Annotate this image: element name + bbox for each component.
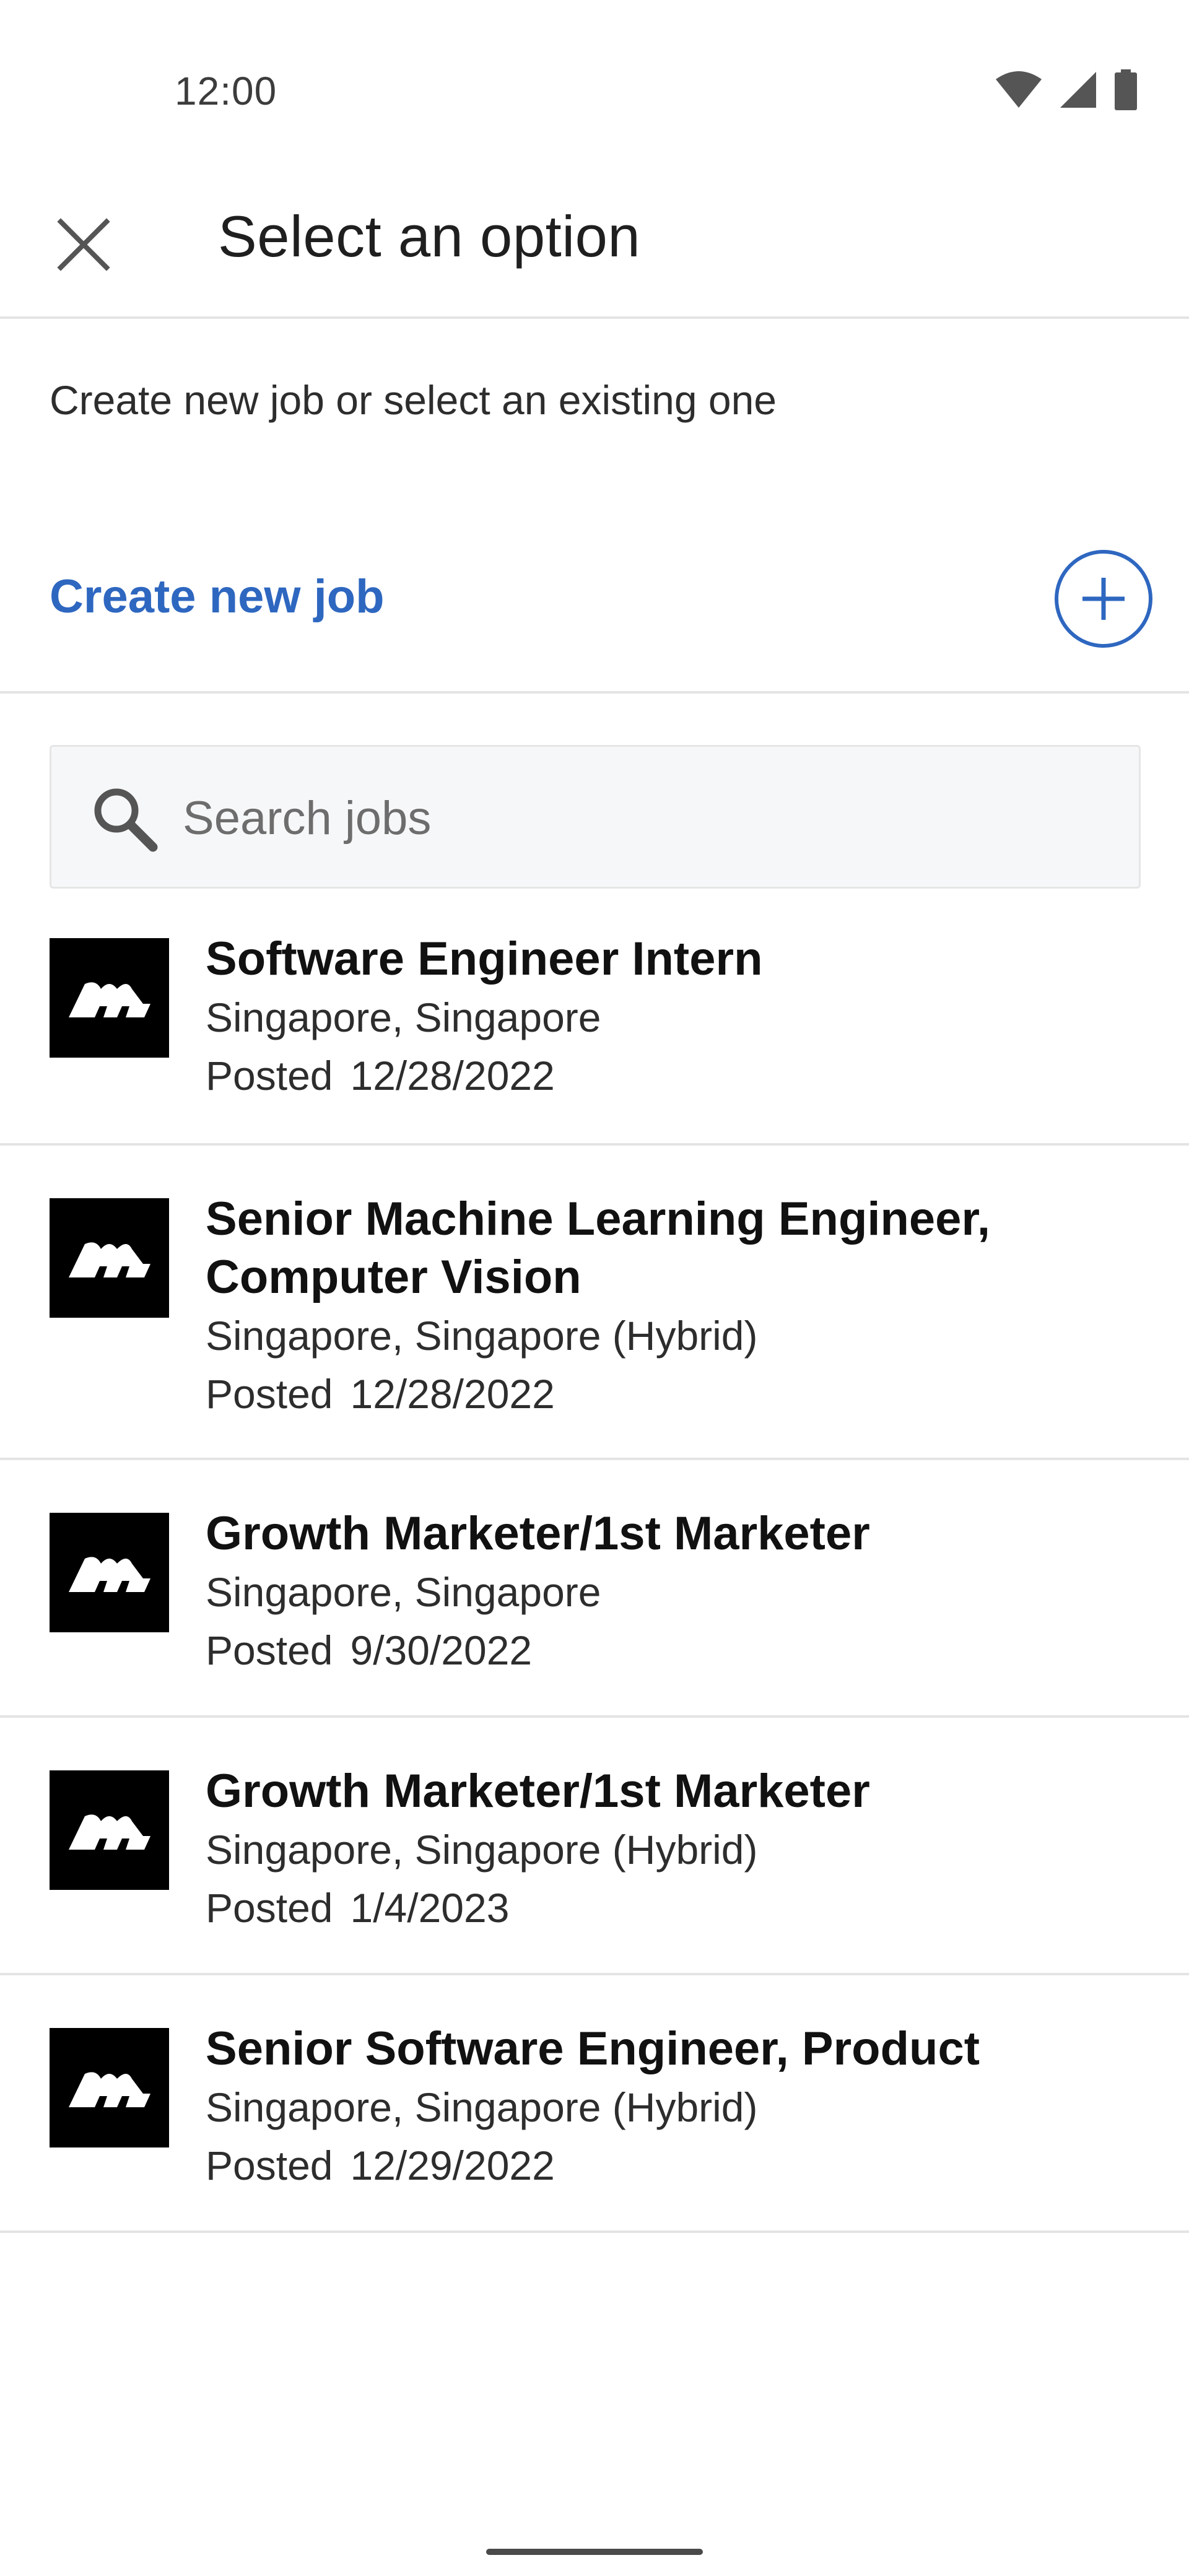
- job-title: Senior Machine Learning Engineer, Comput…: [206, 1193, 990, 1303]
- create-new-job-row[interactable]: Create new job: [0, 523, 1189, 694]
- company-logo: [50, 1198, 169, 1318]
- job-details: Senior Machine Learning Engineer, Comput…: [206, 1190, 1147, 1423]
- search-box[interactable]: [50, 745, 1141, 889]
- job-list-item[interactable]: Senior Machine Learning Engineer, Comput…: [0, 1146, 1189, 1460]
- battery-icon: [1115, 69, 1137, 110]
- wifi-icon: [996, 71, 1042, 108]
- posted-label: Posted: [206, 1885, 333, 1931]
- posted-label: Posted: [206, 2143, 333, 2188]
- job-details: Growth Marketer/1st Marketer Singapore, …: [206, 1505, 1147, 1679]
- company-logo: [50, 2028, 169, 2147]
- company-logo-mark-icon: [68, 2071, 150, 2107]
- job-title: Growth Marketer/1st Marketer: [206, 1765, 870, 1817]
- job-posted: Posted 9/30/2022: [206, 1621, 1147, 1679]
- posted-date: 9/30/2022: [350, 1627, 533, 1673]
- status-time: 12:00: [175, 69, 277, 113]
- company-logo: [50, 938, 169, 1058]
- posted-label: Posted: [206, 1627, 333, 1673]
- screen: 12:00 Select an option Create new job or…: [0, 0, 1189, 2576]
- page-title: Select an option: [218, 204, 641, 269]
- job-title: Growth Marketer/1st Marketer: [206, 1507, 870, 1560]
- company-logo: [50, 1513, 169, 1632]
- job-location: Singapore, Singapore (Hybrid): [206, 2084, 758, 2130]
- plus-circle-icon[interactable]: [1054, 549, 1153, 648]
- job-location: Singapore, Singapore: [206, 1569, 601, 1615]
- job-list: Software Engineer Intern Singapore, Sing…: [0, 886, 1189, 2233]
- job-posted: Posted 12/28/2022: [206, 1365, 1147, 1423]
- job-list-item[interactable]: Growth Marketer/1st Marketer Singapore, …: [0, 1460, 1189, 1718]
- job-list-item[interactable]: Growth Marketer/1st Marketer Singapore, …: [0, 1718, 1189, 1975]
- close-icon: [57, 218, 110, 271]
- app-bar: Select an option: [0, 186, 1189, 319]
- create-new-job-link[interactable]: Create new job: [50, 570, 385, 624]
- company-logo-mark-icon: [68, 981, 150, 1017]
- job-posted: Posted 12/28/2022: [206, 1046, 1147, 1105]
- company-logo-mark-icon: [68, 1556, 150, 1592]
- job-location: Singapore, Singapore: [206, 994, 601, 1040]
- posted-date: 1/4/2023: [350, 1885, 510, 1931]
- cellular-signal-icon: [1060, 72, 1096, 108]
- posted-date: 12/28/2022: [350, 1053, 555, 1099]
- job-title: Software Engineer Intern: [206, 933, 763, 985]
- company-logo-mark-icon: [68, 1814, 150, 1850]
- search-icon: [94, 788, 158, 852]
- home-indicator[interactable]: [486, 2549, 703, 2555]
- subtitle: Create new job or select an existing one: [50, 377, 777, 423]
- job-details: Growth Marketer/1st Marketer Singapore, …: [206, 1762, 1147, 1937]
- posted-label: Posted: [206, 1371, 333, 1417]
- search-input[interactable]: [183, 772, 1112, 864]
- job-location: Singapore, Singapore (Hybrid): [206, 1313, 758, 1359]
- posted-label: Posted: [206, 1053, 333, 1099]
- job-list-item[interactable]: Software Engineer Intern Singapore, Sing…: [0, 886, 1189, 1146]
- company-logo: [50, 1770, 169, 1890]
- company-logo-mark-icon: [68, 1242, 150, 1277]
- posted-date: 12/29/2022: [350, 2143, 555, 2188]
- job-location: Singapore, Singapore (Hybrid): [206, 1827, 758, 1873]
- job-posted: Posted 1/4/2023: [206, 1879, 1147, 1937]
- posted-date: 12/28/2022: [350, 1371, 555, 1417]
- status-icons: [995, 68, 1138, 111]
- job-posted: Posted 12/29/2022: [206, 2136, 1147, 2195]
- status-bar: 12:00: [0, 0, 1189, 186]
- job-details: Senior Software Engineer, Product Singap…: [206, 2020, 1147, 2195]
- job-details: Software Engineer Intern Singapore, Sing…: [206, 930, 1147, 1105]
- close-button[interactable]: [43, 204, 124, 285]
- job-list-item[interactable]: Senior Software Engineer, Product Singap…: [0, 1975, 1189, 2233]
- job-title: Senior Software Engineer, Product: [206, 2022, 980, 2075]
